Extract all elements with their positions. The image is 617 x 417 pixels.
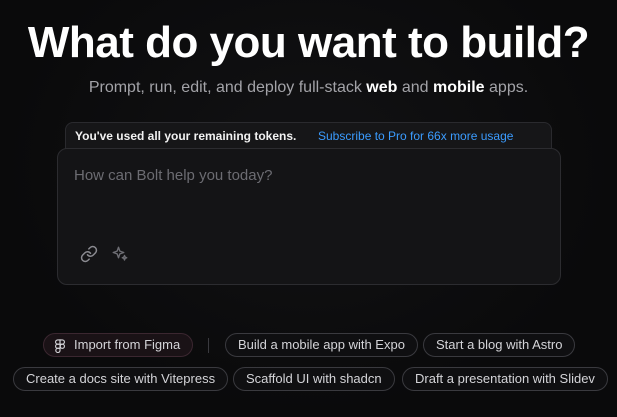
link-icon xyxy=(80,245,98,263)
figma-icon xyxy=(55,339,65,353)
subtitle-mobile: mobile xyxy=(433,79,485,96)
subtitle-prefix: Prompt, run, edit, and deploy full-stack xyxy=(88,79,367,96)
attach-link-button[interactable] xyxy=(78,243,100,265)
token-limit-message: You've used all your remaining tokens. xyxy=(75,129,297,143)
suggestion-chip[interactable]: Draft a presentation with Slidev xyxy=(402,367,608,391)
suggestions-row-1: Import from Figma Build a mobile app wit… xyxy=(0,333,617,359)
enhance-prompt-button[interactable] xyxy=(109,243,131,265)
suggestions-row-2: Create a docs site with Vitepress Scaffo… xyxy=(0,367,617,393)
page-subtitle: Prompt, run, edit, and deploy full-stack… xyxy=(0,78,617,98)
page-title: What do you want to build? xyxy=(27,18,590,67)
suggestion-chip[interactable]: Build a mobile app with Expo xyxy=(225,333,418,357)
subtitle-suffix: apps. xyxy=(484,79,529,96)
subtitle-web: web xyxy=(366,79,398,96)
sparkles-icon xyxy=(112,246,128,261)
suggestion-chip[interactable]: Start a blog with Astro xyxy=(423,333,576,357)
suggestions-divider xyxy=(208,338,209,353)
prompt-box xyxy=(57,148,561,285)
suggestion-chip[interactable]: Scaffold UI with shadcn xyxy=(233,367,395,391)
prompt-input[interactable] xyxy=(74,167,544,217)
import-figma-label: Import from Figma xyxy=(74,337,181,352)
suggestion-chip[interactable]: Create a docs site with Vitepress xyxy=(13,367,229,391)
import-figma-button[interactable]: Import from Figma xyxy=(43,333,194,357)
subscribe-pro-link[interactable]: Subscribe to Pro for 66x more usage xyxy=(318,129,513,143)
subtitle-and: and xyxy=(397,79,434,96)
